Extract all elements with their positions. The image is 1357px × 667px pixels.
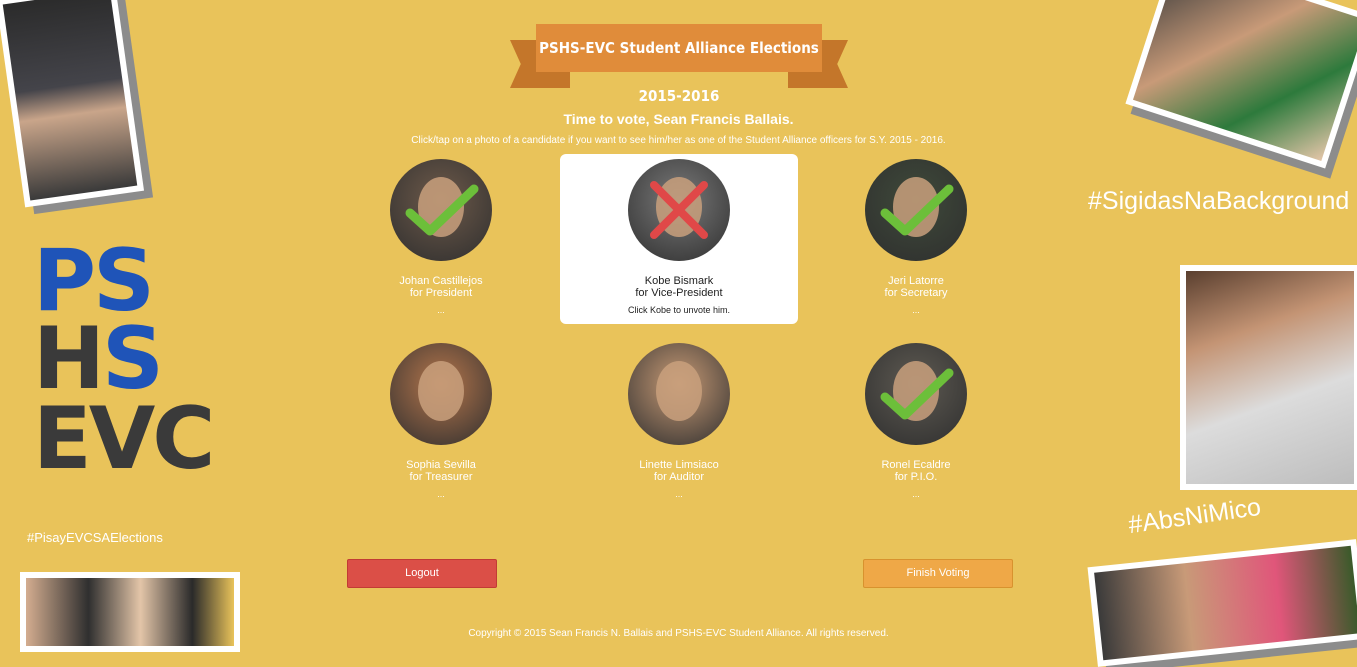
right-mid-photo-collage (1168, 250, 1357, 490)
candidate-photo[interactable] (865, 159, 967, 261)
candidate-card-pio[interactable]: Ronel Ecaldre for P.I.O.... (797, 338, 1035, 508)
pshs-evc-logo-text: PS HS EVC (33, 238, 215, 503)
candidate-name: Sophia Sevilla (406, 459, 476, 471)
candidate-role: for Treasurer (409, 471, 473, 483)
candidate-card-treasurer[interactable]: Sophia Sevilla for Treasurer... (322, 338, 560, 508)
unvote-x-icon (650, 181, 708, 239)
logout-button[interactable]: Logout (347, 559, 497, 588)
candidate-note: ... (675, 489, 683, 499)
hashtag-pisay: #PisayEVCSAElections (27, 530, 163, 545)
greeting-text: Time to vote, Sean Francis Ballais. (563, 111, 794, 127)
candidate-card-vice-president[interactable]: Kobe Bismark for Vice-President Click Kobe… (560, 154, 798, 324)
banner-title: PSHS-EVC Student Alliance Elections 2015… (536, 24, 822, 105)
candidate-face (418, 361, 464, 421)
candidate-role: for P.I.O. (894, 471, 938, 483)
candidate-card-auditor[interactable]: Linette Limsiaco for Auditor... (560, 338, 798, 508)
candidate-note: Click Kobe to unvote him. (627, 305, 731, 315)
candidate-photo[interactable] (390, 159, 492, 261)
candidate-photo[interactable] (628, 343, 730, 445)
vote-check-icon (880, 184, 954, 236)
candidate-card-secretary[interactable]: Jeri Latorre for Secretary... (797, 154, 1035, 324)
candidate-photo[interactable] (390, 343, 492, 445)
finish-voting-button[interactable]: Finish Voting (863, 559, 1013, 588)
hashtag-sigidas: #SigidasNaBackground (1088, 187, 1350, 215)
candidate-photo[interactable] (628, 159, 730, 261)
instruction-text: Click/tap on a photo of a candidate if y… (411, 135, 946, 146)
candidate-photo[interactable] (865, 343, 967, 445)
right-top-photo-collage (1085, 0, 1357, 169)
title-banner: PSHS-EVC Student Alliance Elections 2015… (510, 24, 848, 105)
candidate-role: for Vice-President (635, 287, 723, 299)
candidate-name: Ronel Ecaldre (881, 459, 951, 471)
right-bottom-photo-collage (1072, 525, 1357, 667)
candidate-role: for Secretary (884, 287, 948, 299)
vote-check-icon (405, 184, 479, 236)
candidate-name: Kobe Bismark (644, 275, 714, 287)
copyright-footer: Copyright © 2015 Sean Francis N. Ballais… (468, 628, 889, 639)
candidate-card-president[interactable]: Johan Castillejos for President... (322, 154, 560, 324)
candidate-name: Linette Limsiaco (639, 459, 719, 471)
vote-check-icon (880, 368, 954, 420)
logo-line-evc: EVC (33, 389, 215, 489)
candidate-role: for Auditor (653, 471, 705, 483)
candidate-name: Jeri Latorre (888, 275, 944, 287)
candidate-note: ... (437, 489, 445, 499)
candidate-note: ... (912, 489, 920, 499)
candidate-note: ... (912, 305, 920, 315)
candidate-name: Johan Castillejos (399, 275, 483, 287)
candidate-note: ... (437, 305, 445, 315)
candidate-face (656, 361, 702, 421)
candidate-role: for President (409, 287, 473, 299)
left-top-photo-collage (0, 0, 160, 215)
